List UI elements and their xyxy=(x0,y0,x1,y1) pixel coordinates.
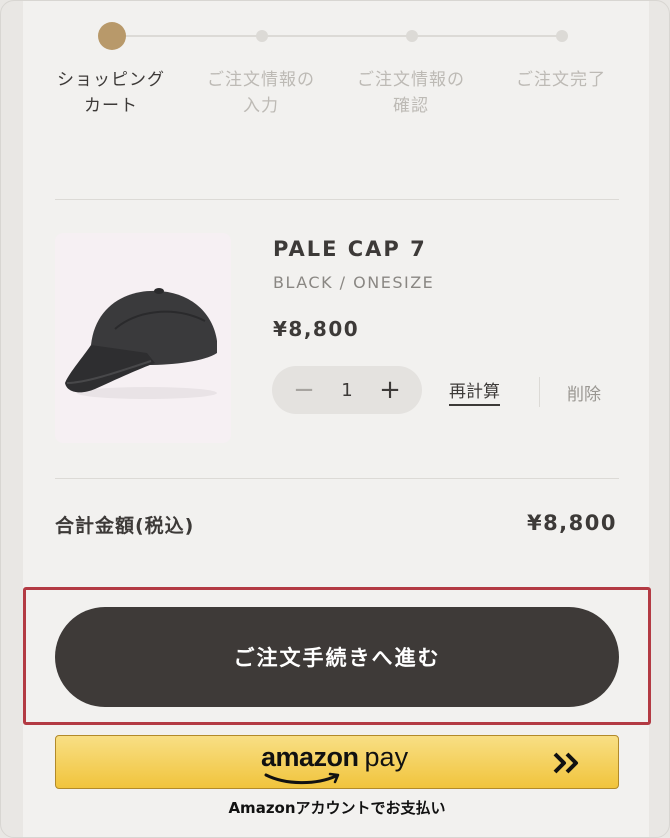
pay-wordmark: pay xyxy=(364,742,409,772)
product-price: ¥8,800 xyxy=(273,317,360,341)
total-value: ¥8,800 xyxy=(526,511,617,535)
quantity-stepper: − 1 + xyxy=(272,366,422,414)
step-label-input: ご注文情報の 入力 xyxy=(186,67,336,119)
product-name[interactable]: PALE CAP 7 xyxy=(273,237,427,261)
step-label-line: カート xyxy=(84,96,138,116)
product-image[interactable] xyxy=(55,233,231,443)
step-label-line: ご注文情報の xyxy=(357,70,465,90)
step-dot-confirm xyxy=(406,30,418,42)
delete-link[interactable]: 削除 xyxy=(567,380,601,405)
amazon-wordmark: amazon xyxy=(261,742,359,772)
step-label-cart: ショッピング カート xyxy=(36,67,186,119)
action-separator xyxy=(539,377,540,407)
quantity-plus-button[interactable]: + xyxy=(364,366,416,414)
divider xyxy=(55,478,619,479)
step-label-line: 入力 xyxy=(243,96,279,116)
double-chevron-right-icon xyxy=(553,752,578,774)
step-dot-complete xyxy=(556,30,568,42)
amazon-pay-caption: Amazonアカウントでお支払い xyxy=(228,799,446,817)
step-label-complete: ご注文完了 xyxy=(486,67,636,93)
amazon-smile-icon xyxy=(264,772,340,785)
step-dot-cart xyxy=(98,22,126,50)
total-label: 合計金額(税込) xyxy=(55,515,195,537)
quantity-minus-button[interactable]: − xyxy=(278,366,330,414)
checkout-button[interactable]: ご注文手続きへ進む xyxy=(55,607,619,707)
page-frame: ショッピング カート ご注文情報の 入力 ご注文情報の 確認 ご注文完了 PAL… xyxy=(0,0,670,838)
step-label-line: ご注文完了 xyxy=(516,70,606,90)
progress-line xyxy=(113,35,563,37)
step-dot-input xyxy=(256,30,268,42)
step-label-confirm: ご注文情報の 確認 xyxy=(336,67,486,119)
recalculate-link[interactable]: 再計算 xyxy=(449,377,500,406)
product-variant: BLACK / ONESIZE xyxy=(273,273,435,292)
amazon-pay-button[interactable]: amazon pay xyxy=(55,735,619,789)
step-label-line: ショッピング xyxy=(57,70,165,90)
cap-image xyxy=(65,288,217,399)
step-label-line: 確認 xyxy=(393,96,429,116)
divider xyxy=(55,199,619,200)
step-label-line: ご注文情報の xyxy=(207,70,315,90)
